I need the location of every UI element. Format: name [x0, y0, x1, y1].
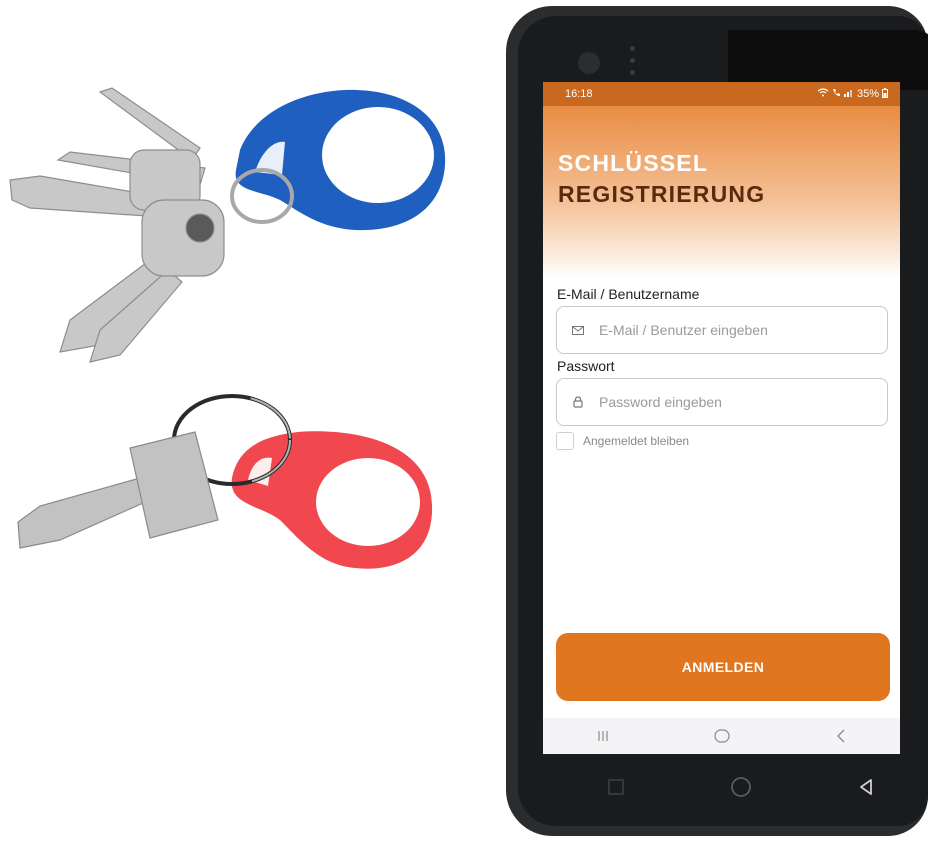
lock-icon [571, 395, 585, 409]
email-field[interactable] [556, 306, 888, 354]
back-icon[interactable] [831, 726, 851, 746]
remember-checkbox[interactable] [556, 432, 574, 450]
app-title-line1: SCHLÜSSEL [558, 150, 709, 176]
password-label: Passwort [557, 358, 615, 374]
keys-illustration [9, 87, 446, 569]
phone-screen: 16:18 35% SCHLÜSSEL REGISTRIERUNG E-Mail… [543, 82, 900, 754]
wifi-icon [817, 88, 829, 100]
front-camera [578, 52, 600, 74]
android-nav-bar [543, 718, 900, 754]
call-icon [832, 88, 841, 100]
header-gradient [543, 82, 900, 278]
status-bar: 16:18 35% [543, 82, 900, 106]
sensor [630, 46, 635, 76]
hardware-back-icon[interactable] [853, 774, 879, 800]
home-icon[interactable] [712, 726, 732, 746]
battery-text: 35% [856, 88, 879, 100]
hardware-home-icon[interactable] [728, 774, 754, 800]
password-input[interactable] [599, 394, 869, 410]
login-button[interactable]: ANMELDEN [556, 633, 890, 701]
mail-icon [571, 323, 585, 337]
remember-label: Angemeldet bleiben [583, 434, 690, 448]
single-key [17, 431, 219, 549]
blue-key-tag [235, 89, 446, 231]
email-label: E-Mail / Benutzername [557, 286, 700, 302]
hardware-recents-icon[interactable] [603, 774, 629, 800]
password-field[interactable] [556, 378, 888, 426]
hardware-nav [554, 774, 928, 800]
status-time: 16:18 [565, 88, 593, 100]
app-title-line2: REGISTRIERUNG [558, 181, 766, 207]
battery-icon [882, 87, 888, 101]
remember-me[interactable]: Angemeldet bleiben [556, 432, 689, 450]
recents-icon[interactable] [593, 726, 613, 746]
signal-icon [843, 88, 854, 100]
red-key-tag [231, 431, 433, 569]
email-input[interactable] [599, 322, 869, 338]
key-bunch [9, 87, 225, 363]
